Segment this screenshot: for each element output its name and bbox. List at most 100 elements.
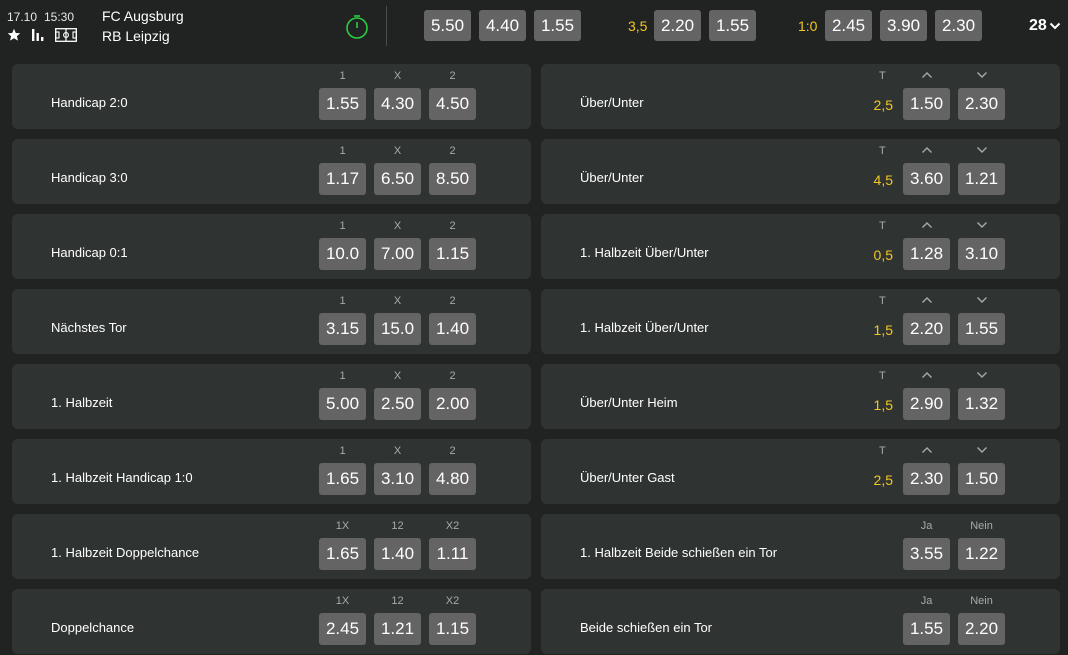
odd-button[interactable]: 3.60 [903, 163, 950, 195]
odd-button[interactable]: 8.50 [429, 163, 476, 195]
outcome-header: 2 [449, 145, 456, 157]
odd-button[interactable]: 1.55 [958, 313, 1005, 345]
odd-button[interactable]: 1.11 [429, 538, 476, 570]
outcome-header: Ja [920, 595, 933, 607]
odd-button[interactable]: 1.40 [429, 313, 476, 345]
odd-button[interactable]: 2.20 [958, 613, 1005, 645]
odd-button[interactable]: 15.0 [374, 313, 421, 345]
market-name: Über/Unter [580, 95, 644, 110]
odd-button[interactable]: 3.55 [903, 538, 950, 570]
arrow-up-icon [903, 445, 950, 459]
odd-button[interactable]: 2.20 [903, 313, 950, 345]
total-header: T [879, 370, 886, 382]
market-name: 1. Halbzeit Handicap 1:0 [51, 470, 193, 485]
total-header: T [879, 295, 886, 307]
odd-button[interactable]: 2.90 [903, 388, 950, 420]
odd-button[interactable]: 1.65 [319, 463, 366, 495]
odd-button[interactable]: 1.55 [903, 613, 950, 645]
live-timer-icon [345, 14, 369, 45]
odd-button[interactable]: 1.28 [903, 238, 950, 270]
odd-button[interactable]: 1.40 [374, 538, 421, 570]
outcome-header: X [393, 295, 402, 307]
main-odd-away-button[interactable]: 1.55 [534, 10, 581, 41]
outcome-header: 1 [339, 445, 346, 457]
event-date: 17.10 [7, 10, 38, 24]
arrow-up-icon [903, 70, 950, 84]
main-odd-home-button[interactable]: 5.50 [424, 10, 471, 41]
outcome-header: 1 [339, 295, 346, 307]
arrow-down-icon [958, 370, 1005, 384]
total-header: T [879, 445, 886, 457]
odd-button[interactable]: 1.21 [374, 613, 421, 645]
odd-button[interactable]: 3.10 [374, 463, 421, 495]
odd-button[interactable]: 1.50 [903, 88, 950, 120]
total-line: 2,5 [873, 472, 893, 488]
total-line: 2,5 [873, 97, 893, 113]
market-card: Handicap 3:0 1 X 2 1.17 6.50 8.50 [12, 139, 531, 204]
outcome-header: X2 [445, 520, 460, 532]
odd-button[interactable]: 1.21 [958, 163, 1005, 195]
field-icon[interactable] [55, 28, 77, 42]
arrow-down-icon [958, 145, 1005, 159]
odd-button[interactable]: 4.80 [429, 463, 476, 495]
main-odd-draw-button[interactable]: 4.40 [479, 10, 526, 41]
outcome-header: 1 [339, 370, 346, 382]
total-line: 0,5 [873, 247, 893, 263]
header-hc-home-button[interactable]: 2.45 [825, 10, 872, 41]
outcome-header: X [393, 220, 402, 232]
odd-button[interactable]: 1.22 [958, 538, 1005, 570]
odd-button[interactable]: 2.45 [319, 613, 366, 645]
odd-button[interactable]: 1.32 [958, 388, 1005, 420]
market-name: Handicap 2:0 [51, 95, 128, 110]
odd-button[interactable]: 7.00 [374, 238, 421, 270]
odd-button[interactable]: 5.00 [319, 388, 366, 420]
odd-button[interactable]: 2.50 [374, 388, 421, 420]
outcome-header: 1 [339, 145, 346, 157]
odd-button[interactable]: 3.15 [319, 313, 366, 345]
outcome-header: X [393, 370, 402, 382]
header-hc-draw-button[interactable]: 3.90 [880, 10, 927, 41]
market-card: 1. Halbzeit Doppelchance 1X 12 X2 1.65 1.40 1.… [12, 514, 531, 579]
total-line: 4,5 [873, 172, 893, 188]
header-divider [386, 6, 387, 46]
odd-button[interactable]: 2.30 [958, 88, 1005, 120]
odd-button[interactable]: 1.65 [319, 538, 366, 570]
odd-button[interactable]: 1.17 [319, 163, 366, 195]
market-card: Handicap 0:1 1 X 2 10.0 7.00 1.15 [12, 214, 531, 279]
odd-button[interactable]: 3.10 [958, 238, 1005, 270]
stats-icon[interactable] [31, 28, 45, 42]
market-card: Handicap 2:0 1 X 2 1.55 4.30 4.50 [12, 64, 531, 129]
header-handicap-line: 1:0 [798, 18, 818, 34]
odd-button[interactable]: 2.00 [429, 388, 476, 420]
outcome-header: Nein [970, 595, 993, 607]
event-time: 15:30 [44, 10, 75, 24]
header-under-button[interactable]: 1.55 [709, 10, 756, 41]
odd-button[interactable]: 1.50 [958, 463, 1005, 495]
odd-button[interactable]: 1.15 [429, 613, 476, 645]
odd-button[interactable]: 1.55 [319, 88, 366, 120]
outcome-header: Ja [920, 520, 933, 532]
chevron-down-icon [1049, 22, 1061, 30]
market-name: 1. Halbzeit Über/Unter [580, 245, 709, 260]
outcome-header: 2 [449, 295, 456, 307]
outcome-header: Nein [970, 520, 993, 532]
market-name: 1. Halbzeit [51, 395, 113, 410]
odd-button[interactable]: 1.15 [429, 238, 476, 270]
market-card: Beide schießen ein Tor Ja Nein 1.55 2.20 [541, 589, 1060, 654]
total-line: 1,5 [873, 397, 893, 413]
market-name: Doppelchance [51, 620, 135, 635]
outcome-header: 2 [449, 445, 456, 457]
odd-button[interactable]: 2.30 [903, 463, 950, 495]
more-markets-button[interactable]: 28 [1029, 17, 1061, 35]
market-name: 1. Halbzeit Beide schießen ein Tor [580, 545, 778, 560]
total-header: T [879, 70, 886, 82]
header-over-button[interactable]: 2.20 [654, 10, 701, 41]
header-hc-away-button[interactable]: 2.30 [935, 10, 982, 41]
outcome-header: 2 [449, 220, 456, 232]
odd-button[interactable]: 10.0 [319, 238, 366, 270]
market-card: 1. Halbzeit Handicap 1:0 1 X 2 1.65 3.10 4.80 [12, 439, 531, 504]
star-icon[interactable] [7, 28, 21, 42]
odd-button[interactable]: 4.30 [374, 88, 421, 120]
odd-button[interactable]: 4.50 [429, 88, 476, 120]
odd-button[interactable]: 6.50 [374, 163, 421, 195]
